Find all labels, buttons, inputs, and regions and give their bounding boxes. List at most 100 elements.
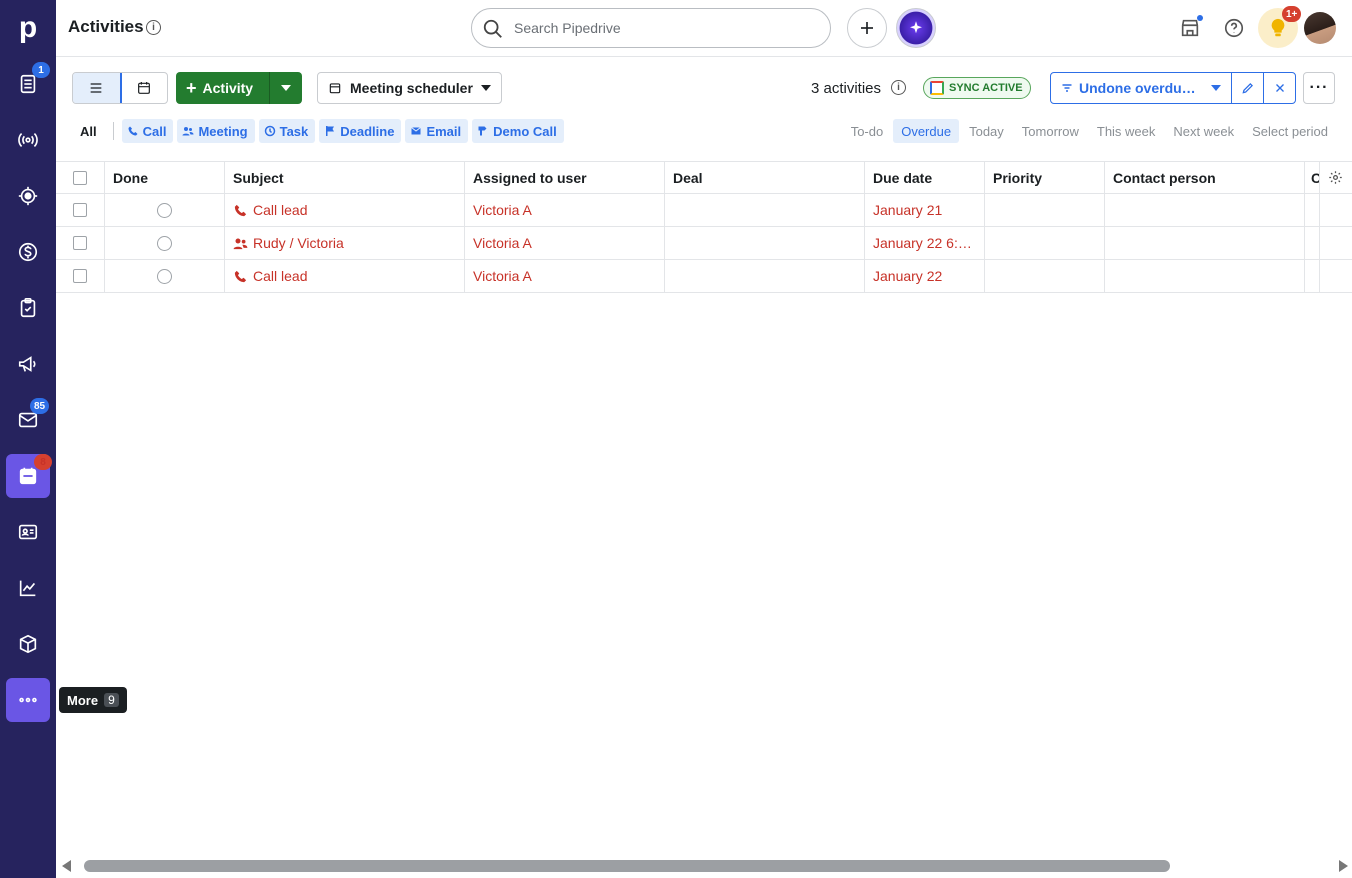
subject-text: Rudy / Victoria [253, 235, 344, 251]
add-activity-dropdown[interactable] [270, 72, 302, 104]
filter-select[interactable]: Undone overdu… [1051, 73, 1231, 103]
more-actions-button[interactable]: ··· [1303, 72, 1335, 104]
pipedrive-logo[interactable]: p [0, 0, 56, 56]
table-row[interactable]: Call lead Victoria A January 22 [56, 260, 1352, 293]
column-header-done[interactable]: Done [105, 162, 225, 193]
help-icon [1224, 18, 1244, 38]
period-next-week[interactable]: Next week [1165, 119, 1242, 143]
nav-leads[interactable]: 1 [6, 62, 50, 106]
list-view-button[interactable] [73, 73, 122, 103]
subject-cell[interactable]: Call lead [225, 260, 465, 292]
assigned-cell[interactable]: Victoria A [465, 194, 665, 226]
quick-add-button[interactable] [847, 8, 887, 48]
truncated-cell [1305, 194, 1320, 226]
table-row[interactable]: Call lead Victoria A January 21 [56, 194, 1352, 227]
priority-cell[interactable] [985, 194, 1105, 226]
column-header-subject[interactable]: Subject [225, 162, 465, 193]
column-header-truncated[interactable]: C [1305, 162, 1320, 193]
mark-done-toggle[interactable] [157, 202, 172, 218]
search-input[interactable]: Search Pipedrive [471, 8, 831, 48]
mark-done-toggle[interactable] [157, 268, 172, 284]
period-this-week[interactable]: This week [1089, 119, 1164, 143]
column-header-priority[interactable]: Priority [985, 162, 1105, 193]
subject-cell[interactable]: Call lead [225, 194, 465, 226]
plus-icon [861, 22, 873, 34]
type-filter-label: Task [279, 123, 309, 139]
type-filter-deadline[interactable]: Deadline [319, 119, 402, 143]
nav-deals[interactable] [6, 230, 50, 274]
type-filter-all[interactable]: All [72, 124, 105, 139]
meeting-scheduler-button[interactable]: Meeting scheduler [317, 72, 502, 104]
user-avatar[interactable] [1304, 12, 1336, 44]
nav-projects[interactable] [6, 286, 50, 330]
column-settings-button[interactable] [1320, 162, 1352, 193]
contact-cell[interactable] [1105, 194, 1305, 226]
assigned-cell[interactable]: Victoria A [465, 260, 665, 292]
period-tomorrow[interactable]: Tomorrow [1014, 119, 1087, 143]
tips-button[interactable]: 1+ [1258, 6, 1302, 48]
period-overdue[interactable]: Overdue [893, 119, 960, 143]
tooltip-shortcut: 9 [104, 693, 119, 707]
edit-filter-button[interactable] [1231, 73, 1263, 103]
search-placeholder: Search Pipedrive [514, 20, 621, 36]
nav-more[interactable] [6, 678, 50, 722]
column-header-assigned[interactable]: Assigned to user [465, 162, 665, 193]
calendar-view-button[interactable] [121, 73, 168, 103]
nav-broadcast[interactable] [6, 118, 50, 162]
column-header-contact[interactable]: Contact person [1105, 162, 1305, 193]
nav-target[interactable] [6, 174, 50, 218]
nav-insights[interactable] [6, 566, 50, 610]
clipboard-icon [20, 298, 36, 318]
sync-status-badge[interactable]: SYNC ACTIVE [923, 77, 1031, 99]
deal-cell[interactable] [665, 227, 865, 259]
broadcast-icon [18, 133, 38, 147]
filter-group: Undone overdu… [1050, 72, 1296, 104]
ai-assistant-button[interactable] [896, 8, 936, 48]
due-date-cell[interactable]: January 22 6:… [865, 227, 985, 259]
mark-done-toggle[interactable] [157, 235, 172, 251]
info-icon[interactable]: i [146, 20, 161, 35]
contact-cell[interactable] [1105, 260, 1305, 292]
subject-cell[interactable]: Rudy / Victoria [225, 227, 465, 259]
type-filter-demo-call[interactable]: Demo Call [472, 119, 564, 143]
nav-products[interactable] [6, 622, 50, 666]
scroll-left-arrow-icon[interactable] [62, 860, 71, 872]
nav-mail[interactable]: 85 [6, 398, 50, 442]
row-checkbox[interactable] [73, 236, 87, 250]
type-filter-meeting[interactable]: Meeting [177, 119, 255, 143]
row-checkbox[interactable] [73, 203, 87, 217]
mail-icon [411, 127, 422, 135]
priority-cell[interactable] [985, 260, 1105, 292]
nav-activities[interactable]: 8 [6, 454, 52, 498]
deal-cell[interactable] [665, 260, 865, 292]
period-today[interactable]: Today [961, 119, 1012, 143]
contact-cell[interactable] [1105, 227, 1305, 259]
nav-contacts[interactable] [6, 510, 50, 554]
due-date-cell[interactable]: January 22 [865, 260, 985, 292]
due-date-cell[interactable]: January 21 [865, 194, 985, 226]
priority-cell[interactable] [985, 227, 1105, 259]
nav-campaigns[interactable] [6, 342, 50, 386]
caret-down-icon [480, 85, 491, 91]
type-filter-email[interactable]: Email [405, 119, 469, 143]
deal-cell[interactable] [665, 194, 865, 226]
period-select[interactable]: Select period [1244, 119, 1336, 143]
table-row[interactable]: Rudy / Victoria Victoria A January 22 6:… [56, 227, 1352, 260]
column-header-deal[interactable]: Deal [665, 162, 865, 193]
help-button[interactable] [1220, 14, 1248, 42]
scrollbar-thumb[interactable] [84, 860, 1170, 872]
column-header-due-date[interactable]: Due date [865, 162, 985, 193]
horizontal-scrollbar[interactable] [56, 856, 1352, 876]
type-filter-call[interactable]: Call [121, 119, 174, 143]
scroll-right-arrow-icon[interactable] [1339, 860, 1348, 872]
period-todo[interactable]: To-do [843, 119, 892, 143]
marketplace-button[interactable] [1176, 14, 1204, 42]
add-activity-button[interactable]: + Activity [176, 72, 271, 104]
assigned-cell[interactable]: Victoria A [465, 227, 665, 259]
select-all-checkbox[interactable] [73, 170, 87, 185]
row-checkbox[interactable] [73, 269, 87, 283]
info-icon[interactable]: i [891, 80, 906, 95]
type-filter-task[interactable]: Task [258, 119, 316, 143]
left-nav: p 1 85 8 [0, 0, 56, 878]
clear-filter-button[interactable] [1263, 73, 1295, 103]
